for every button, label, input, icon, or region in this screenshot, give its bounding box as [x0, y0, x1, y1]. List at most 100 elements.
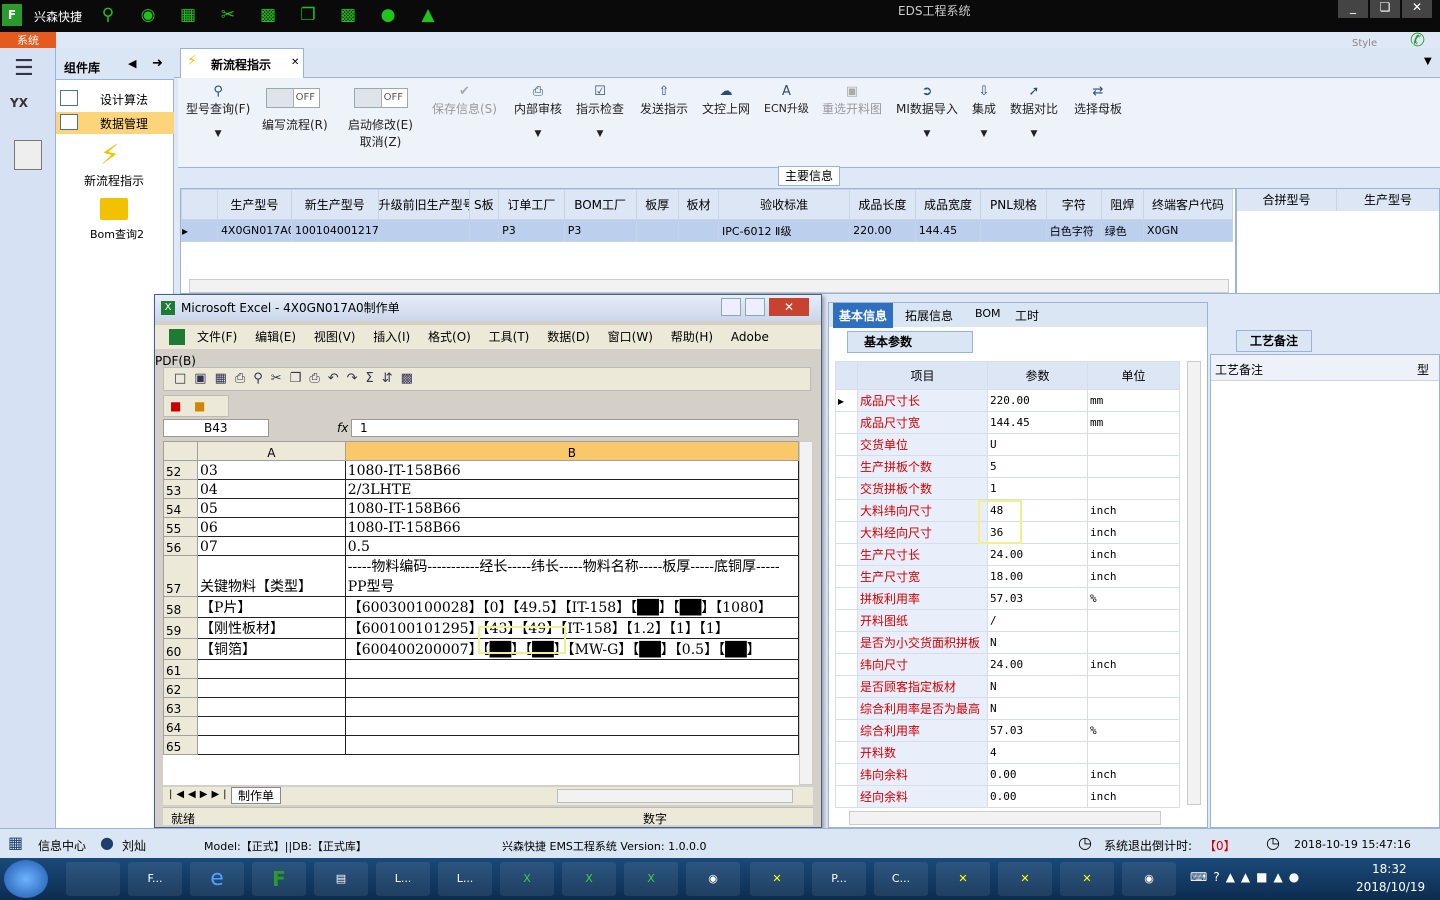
cell[interactable]: 1080-IT-158B66 — [344, 498, 799, 518]
cell[interactable] — [344, 716, 799, 736]
maximize-button[interactable]: ❏ — [1370, 0, 1400, 18]
sheet-tab[interactable]: 制作单 — [231, 787, 282, 804]
app-x-1[interactable]: ✕ — [750, 862, 804, 896]
cell[interactable]: 【P片】 — [196, 596, 346, 618]
param-row[interactable]: ▸ 成品尺寸长 220.00 mm — [835, 389, 1180, 412]
cell[interactable]: 05 — [196, 498, 346, 518]
column-header[interactable]: 新生产型号 — [290, 189, 379, 220]
menu-format[interactable]: 格式(O) — [428, 330, 471, 344]
data-compare-button[interactable]: ➚ 数据对比 ▼ — [1010, 84, 1058, 139]
taskbar-app-l1[interactable]: L... — [376, 862, 430, 896]
cell[interactable]: 【600400200007】【██】【██】【MW-G】【██】【0.5】【██… — [344, 638, 799, 660]
param-name[interactable]: 大料纬向尺寸 — [857, 499, 988, 522]
cell[interactable]: 【刚性板材】 — [196, 617, 346, 639]
chart-icon[interactable]: ▲ — [416, 5, 440, 25]
menu-view[interactable]: 视图(V) — [314, 330, 356, 344]
cell[interactable] — [196, 697, 346, 717]
menu-file[interactable]: 文件(F) — [197, 330, 237, 344]
folder-icon[interactable] — [100, 198, 128, 220]
param-row[interactable]: 开料图纸 / — [835, 609, 1180, 632]
tile-label-new-process[interactable]: 新流程指示 — [84, 172, 144, 189]
toolbar-icons[interactable]: □▣▦⎙⚲✂❐⎙↶↷Σ⇵▩ — [174, 371, 421, 386]
cell[interactable]: -----物料编码-----------经长-----纬长-----物料名称--… — [344, 555, 799, 597]
tab-extended-info[interactable]: 拓展信息 — [905, 307, 953, 324]
param-value[interactable]: 4 — [987, 741, 1088, 764]
grid-cell[interactable]: P3 — [498, 219, 565, 242]
param-unit[interactable]: % — [1087, 719, 1180, 742]
cell[interactable] — [344, 678, 799, 698]
dropdown-icon[interactable]: ▼ — [1424, 56, 1432, 67]
column-header[interactable]: 生产型号 — [1337, 189, 1439, 211]
cell[interactable]: 1080-IT-158B66 — [344, 517, 799, 537]
param-value[interactable]: 144.45 — [987, 411, 1088, 434]
ecn-upgrade-button[interactable]: A ECN升级 — [764, 84, 809, 116]
close-tab-icon[interactable]: ✕ — [291, 57, 299, 68]
param-value[interactable]: U — [987, 433, 1088, 456]
start-modify-toggle[interactable]: OFF — [354, 88, 408, 108]
param-name[interactable]: 大料经向尺寸 — [857, 521, 988, 544]
menu-icon[interactable]: ☰ — [14, 56, 34, 81]
param-name[interactable]: 交货单位 — [857, 433, 988, 456]
excel-task-2[interactable]: X — [562, 862, 616, 896]
taskbar-app-foxmail[interactable]: F... — [128, 862, 182, 896]
cell[interactable]: 07 — [196, 536, 346, 556]
param-value[interactable]: 1 — [987, 477, 1088, 500]
save-icon[interactable]: ▤ — [314, 862, 368, 896]
edit-flow-toggle[interactable]: OFF — [266, 88, 320, 108]
column-header[interactable]: 生产型号 — [216, 189, 292, 220]
grid-cell[interactable]: P3 — [563, 219, 637, 242]
param-row[interactable]: 交货拼板个数 1 — [835, 477, 1180, 500]
param-name[interactable]: 生产尺寸长 — [857, 543, 988, 566]
param-unit[interactable] — [1087, 631, 1180, 654]
tray-icons[interactable]: ⌨?▲▲■▲● — [1190, 870, 1305, 884]
tab-work-hours[interactable]: 工时 — [1015, 307, 1039, 324]
cell[interactable] — [344, 697, 799, 717]
grid-cell[interactable] — [980, 219, 1047, 242]
copy-icon[interactable]: ❐ — [296, 5, 320, 25]
param-value[interactable]: 0.00 — [987, 785, 1088, 808]
grid-cell[interactable]: 白色字符 — [1045, 219, 1102, 242]
grid-icon[interactable]: ▩ — [336, 5, 360, 25]
cell[interactable]: 03 — [196, 460, 346, 480]
column-header[interactable]: PNL规格 — [980, 189, 1047, 220]
param-name[interactable]: 纬向余料 — [857, 763, 988, 786]
param-name[interactable]: 综合利用率是否为最高 — [857, 697, 988, 720]
param-value[interactable]: 24.00 — [987, 653, 1088, 676]
column-header[interactable]: A — [196, 441, 346, 461]
scissors-icon[interactable]: ✂ — [216, 5, 240, 25]
param-value[interactable]: 57.03 — [987, 587, 1088, 610]
param-row[interactable]: 是否顾客指定板材 N — [835, 675, 1180, 698]
horizontal-scrollbar[interactable] — [849, 811, 1161, 825]
column-header[interactable]: 升级前旧生产型号 — [377, 189, 470, 220]
grid-cell[interactable] — [635, 219, 679, 242]
doc-online-button[interactable]: ☁ 文控上网 — [702, 84, 750, 117]
param-name[interactable]: 经向余料 — [857, 785, 988, 808]
param-value[interactable]: N — [987, 631, 1088, 654]
tile-label-bom-query[interactable]: Bom查询2 — [90, 226, 144, 242]
grid-cell[interactable] — [468, 219, 500, 242]
column-header[interactable]: 阻焊 — [1100, 189, 1145, 220]
pdf-icon[interactable]: ■ — [170, 399, 181, 413]
cell[interactable]: 2/3LHTE — [344, 479, 799, 499]
param-row[interactable]: 纬向尺寸 24.00 inch — [835, 653, 1180, 676]
grid-cell[interactable]: 144.45 — [914, 219, 982, 242]
param-name[interactable]: 综合利用率 — [857, 719, 988, 742]
cell[interactable]: 【600100101295】【43】【49】【IT-158】【1.2】【1】【1… — [344, 617, 799, 639]
tab-bom[interactable]: BOM — [975, 307, 1001, 320]
param-name[interactable]: 纬向尺寸 — [857, 653, 988, 676]
param-name[interactable]: 成品尺寸宽 — [857, 411, 988, 434]
param-unit[interactable] — [1087, 697, 1180, 720]
column-header[interactable]: BOM工厂 — [563, 189, 637, 220]
param-row[interactable]: 经向余料 0.00 inch — [835, 785, 1180, 808]
phone-icon[interactable]: ✆ — [1410, 30, 1425, 51]
film-icon[interactable]: ▩ — [256, 5, 280, 25]
menu-tools[interactable]: 工具(T) — [489, 330, 530, 344]
tab-basic-info[interactable]: 基本信息 — [833, 303, 894, 328]
excel-task-1[interactable]: X — [500, 862, 554, 896]
param-value[interactable]: / — [987, 609, 1088, 632]
grid-cell[interactable]: 220.00 — [849, 219, 916, 242]
save-info-button[interactable]: ✔ 保存信息(S) — [432, 84, 497, 117]
pdf-settings-icon[interactable]: ■ — [194, 399, 205, 413]
param-value[interactable]: N — [987, 697, 1088, 720]
param-unit[interactable] — [1087, 477, 1180, 500]
